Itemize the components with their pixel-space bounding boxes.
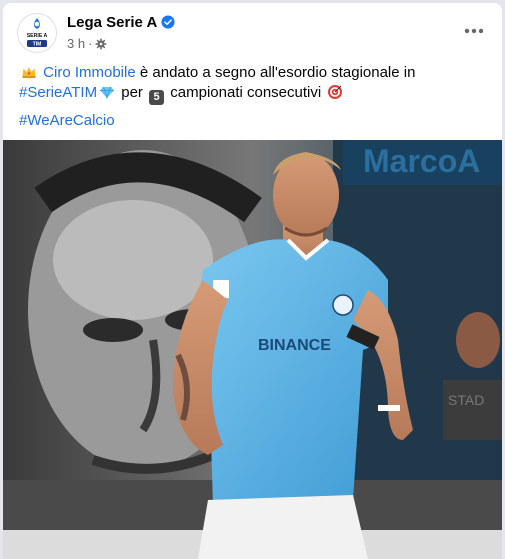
post-time[interactable]: 3 h bbox=[67, 36, 85, 51]
text-after-badge: campionati consecutivi bbox=[170, 84, 322, 101]
post-card: SERIE A TIM Lega Serie A 3 h · Ciro Immob… bbox=[3, 3, 502, 559]
post-meta: 3 h · bbox=[67, 36, 107, 52]
svg-text:MarcoA: MarcoA bbox=[363, 143, 480, 179]
gear-icon[interactable] bbox=[95, 38, 107, 50]
text-per: per bbox=[121, 84, 143, 101]
page-name-label[interactable]: Lega Serie A bbox=[67, 14, 157, 31]
more-options-icon bbox=[464, 28, 484, 34]
hashtag-serieatim-link[interactable]: #SerieATIM bbox=[19, 84, 97, 101]
post-header: SERIE A TIM Lega Serie A 3 h · bbox=[3, 3, 502, 59]
diamond-emoji-icon bbox=[100, 86, 115, 100]
mention-link[interactable]: Ciro Immobile bbox=[43, 64, 136, 81]
post-text-line-1: Ciro Immobile è andato a segno all'esord… bbox=[19, 63, 489, 83]
svg-text:STAD: STAD bbox=[448, 392, 484, 408]
post-text: Ciro Immobile è andato a segno all'esord… bbox=[19, 63, 489, 105]
target-emoji-icon bbox=[328, 85, 343, 99]
svg-text:SERIE A: SERIE A bbox=[27, 33, 48, 39]
verified-badge-icon bbox=[161, 15, 175, 29]
svg-text:TIM: TIM bbox=[33, 42, 42, 48]
page-avatar[interactable]: SERIE A TIM bbox=[17, 13, 57, 53]
meta-separator: · bbox=[88, 36, 93, 51]
hashtag-wearecalcio-link[interactable]: #WeAreCalcio bbox=[19, 111, 115, 131]
text-after-mention: è andato a segno all'esordio stagionale … bbox=[139, 64, 416, 81]
post-text-line-2: #SerieATIM per 5 campionati consecutivi bbox=[19, 83, 489, 105]
page-name[interactable]: Lega Serie A bbox=[67, 14, 175, 32]
post-photo[interactable]: MarcoA STAD BINANCE bbox=[3, 140, 502, 559]
crown-emoji-icon bbox=[22, 67, 36, 78]
player-photo: MarcoA STAD BINANCE bbox=[3, 140, 502, 559]
svg-text:BINANCE: BINANCE bbox=[258, 337, 331, 354]
more-options-button[interactable] bbox=[460, 17, 488, 45]
number-badge-emoji: 5 bbox=[149, 90, 165, 105]
